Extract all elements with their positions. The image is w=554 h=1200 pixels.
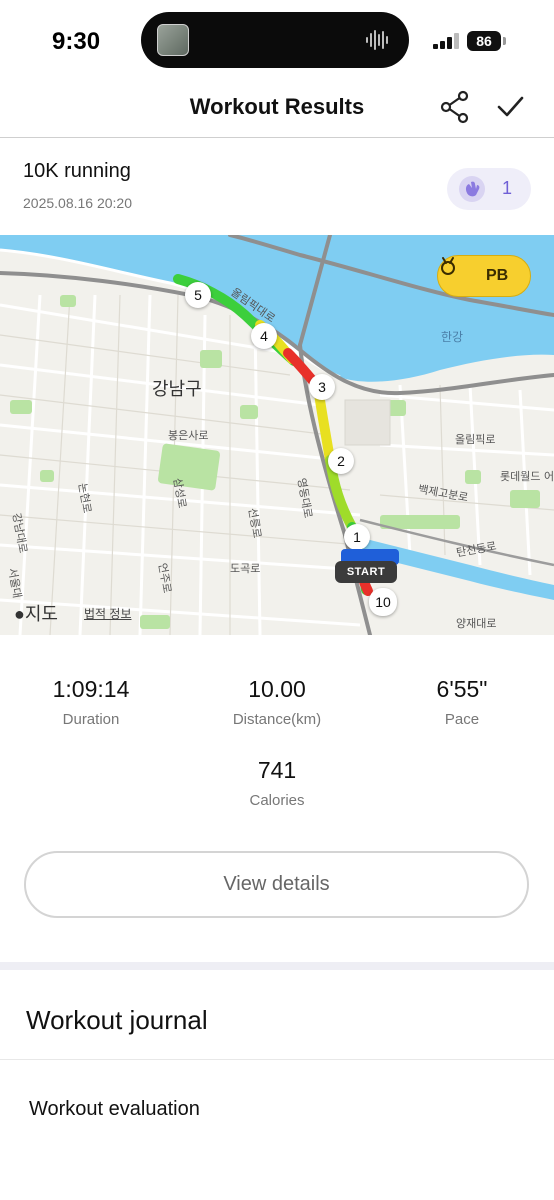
- clap-icon: [459, 176, 485, 202]
- start-marker: START: [335, 561, 397, 583]
- stat-value: 6'55": [436, 676, 488, 702]
- checkmark-icon[interactable]: [494, 92, 526, 122]
- row-divider: [0, 1059, 554, 1060]
- workout-evaluation-item[interactable]: Workout evaluation: [29, 1098, 200, 1121]
- stat-value: 741: [257, 757, 297, 783]
- audio-wave-icon: [366, 30, 388, 50]
- dynamic-island[interactable]: [141, 12, 409, 68]
- pb-badge[interactable]: PB: [437, 255, 531, 297]
- map-attribution: ●지도: [14, 600, 58, 626]
- status-bar: 9:30 86: [0, 0, 554, 84]
- legal-info-link[interactable]: 법적 정보: [84, 605, 132, 622]
- media-thumbnail-icon: [157, 24, 189, 56]
- clap-count: 1: [502, 178, 513, 198]
- cellular-signal-icon: [433, 33, 459, 49]
- road-label-olympic-ro: 올림픽로: [455, 433, 496, 446]
- km-marker: 10: [369, 588, 397, 616]
- view-details-button[interactable]: View details: [24, 851, 529, 918]
- share-icon[interactable]: [439, 90, 471, 124]
- battery-tip: [503, 37, 506, 45]
- status-time: 9:30: [52, 28, 101, 55]
- stat-label: Distance(km): [232, 711, 322, 728]
- pb-label: PB: [486, 267, 509, 284]
- workout-date: 2025.08.16 20:20: [23, 195, 132, 211]
- stat-calories: 741 Calories: [202, 757, 352, 809]
- district-label: 강남구: [152, 379, 202, 400]
- apple-logo-icon: ●: [14, 604, 25, 624]
- stat-label: Pace: [444, 711, 480, 728]
- medal-icon: [441, 257, 455, 275]
- stat-value: 10.00: [248, 676, 306, 702]
- km-marker: 3: [309, 374, 335, 400]
- top-bar: Workout Results: [0, 84, 554, 138]
- map-attribution-text: 지도: [24, 604, 58, 624]
- km-marker: 4: [251, 323, 277, 349]
- km-marker: 1: [344, 524, 370, 550]
- route-map[interactable]: 한강 강남구 올림픽대로 올림픽로 봉은사로 백제고분로 탄천동로 양재대로 도…: [0, 235, 554, 635]
- stat-label: Duration: [62, 711, 120, 728]
- landmark-label-lotte: 롯데월드 어: [500, 470, 554, 483]
- stat-duration: 1:09:14 Duration: [16, 676, 166, 728]
- km-marker: 5: [185, 282, 211, 308]
- stat-pace: 6'55" Pace: [387, 676, 537, 728]
- battery-icon: 86: [467, 31, 501, 51]
- road-label-yangjae: 양재대로: [456, 617, 497, 630]
- clap-button[interactable]: 1: [447, 168, 531, 210]
- workout-name: 10K running: [23, 160, 131, 182]
- stat-distance: 10.00 Distance(km): [202, 676, 352, 728]
- river-label: 한강: [441, 330, 464, 344]
- stat-label: Calories: [249, 792, 305, 809]
- road-label-bongeunsa: 봉은사로: [168, 429, 209, 442]
- journal-title: Workout journal: [26, 1005, 208, 1035]
- stat-value: 1:09:14: [52, 676, 130, 702]
- road-label-dogok: 도곡로: [230, 562, 261, 575]
- km-marker: 2: [328, 448, 354, 474]
- section-divider: [0, 962, 554, 970]
